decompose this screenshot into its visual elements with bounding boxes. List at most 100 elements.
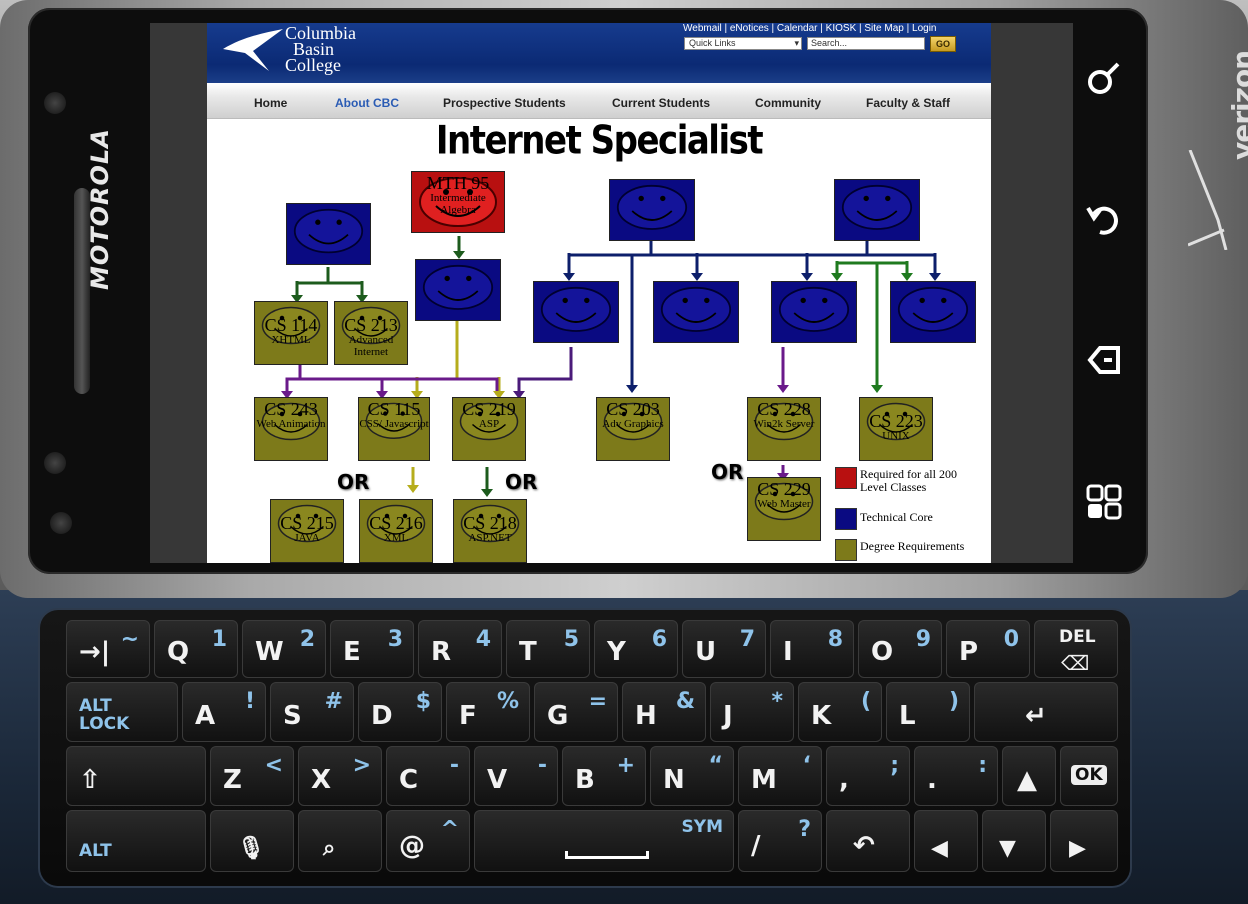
key-h[interactable]: H & bbox=[622, 682, 706, 742]
key-delete[interactable]: DEL ⌫ bbox=[1034, 620, 1118, 678]
down-arrow-icon: ▼ bbox=[999, 836, 1016, 861]
legend-swatch-olive bbox=[835, 539, 857, 561]
key-q[interactable]: Q1 bbox=[154, 620, 238, 678]
home-key-icon[interactable] bbox=[1084, 482, 1124, 522]
key-alt-label: SYM bbox=[681, 817, 723, 837]
key-l[interactable]: L) bbox=[886, 682, 970, 742]
key-label: K bbox=[811, 701, 832, 731]
course-code: CS 215 bbox=[280, 513, 334, 533]
legend-swatch-red bbox=[835, 467, 857, 489]
key-a[interactable]: A! bbox=[182, 682, 266, 742]
key-label: S bbox=[283, 701, 302, 731]
backspace-icon: ⌫ bbox=[1061, 651, 1090, 675]
key-alt-label: ? bbox=[798, 817, 811, 842]
key-label: C bbox=[399, 765, 419, 795]
key-label: V bbox=[487, 765, 508, 795]
key-slash[interactable]: /? bbox=[738, 810, 822, 872]
key-at[interactable]: @ ^ bbox=[386, 810, 470, 872]
key-label: , bbox=[839, 765, 849, 795]
key-e[interactable]: E3 bbox=[330, 620, 414, 678]
key-c[interactable]: C- bbox=[386, 746, 470, 806]
left-arrow-icon: ◀ bbox=[931, 836, 948, 861]
course-node-cs223: CS 223 UNIX bbox=[859, 397, 933, 461]
course-name: XHTML bbox=[271, 334, 311, 346]
course-code: CS 213 bbox=[344, 315, 398, 335]
course-node-blue bbox=[771, 281, 857, 343]
key-y[interactable]: Y6 bbox=[594, 620, 678, 678]
course-code: CS 218 bbox=[463, 513, 517, 533]
key-label: M bbox=[751, 765, 777, 795]
key-period[interactable]: .: bbox=[914, 746, 998, 806]
key-m[interactable]: M ‘ bbox=[738, 746, 822, 806]
key-alt-label: : bbox=[978, 753, 987, 778]
key-alt-label: > bbox=[352, 753, 371, 778]
key-n[interactable]: N “ bbox=[650, 746, 734, 806]
key-v[interactable]: V- bbox=[474, 746, 558, 806]
key-ok[interactable]: OK bbox=[1060, 746, 1118, 806]
key-comma[interactable]: ,; bbox=[826, 746, 910, 806]
search-icon: ⌕ bbox=[323, 836, 336, 861]
back-key-icon[interactable] bbox=[1084, 200, 1124, 240]
key-r[interactable]: R4 bbox=[418, 620, 502, 678]
key-right[interactable]: ▶ bbox=[1050, 810, 1118, 872]
key-alt-label: = bbox=[588, 689, 607, 714]
key-b[interactable]: B + bbox=[562, 746, 646, 806]
key-label: I bbox=[783, 637, 793, 667]
key-o[interactable]: O9 bbox=[858, 620, 942, 678]
smiley-icon bbox=[540, 286, 612, 332]
key-enter[interactable]: ↵ bbox=[974, 682, 1118, 742]
or-label: OR bbox=[505, 470, 538, 494]
key-voice[interactable]: 🎙 bbox=[210, 810, 294, 872]
key-f[interactable]: F% bbox=[446, 682, 530, 742]
search-key-icon[interactable] bbox=[1084, 60, 1124, 100]
key-alt-label: 4 bbox=[475, 627, 491, 652]
course-node-blue bbox=[890, 281, 976, 343]
key-alt-label: 9 bbox=[915, 627, 931, 652]
key-label: / bbox=[751, 831, 761, 861]
key-p[interactable]: P0 bbox=[946, 620, 1030, 678]
course-code: CS 216 bbox=[369, 513, 423, 533]
key-z[interactable]: Z < bbox=[210, 746, 294, 806]
key-up[interactable]: ▲ bbox=[1002, 746, 1056, 806]
key-i[interactable]: I8 bbox=[770, 620, 854, 678]
course-code: CS 114 bbox=[264, 315, 318, 335]
legend-label-blue: Technical Core bbox=[860, 510, 933, 524]
course-node-cs115: CS 115 CSS/ Javascript bbox=[358, 397, 430, 461]
key-label: ALT bbox=[79, 841, 112, 861]
key-alt-label: < bbox=[264, 753, 283, 778]
key-label: X bbox=[311, 765, 332, 795]
key-down[interactable]: ▼ bbox=[982, 810, 1046, 872]
key-alt-label: ^ bbox=[440, 817, 459, 842]
brand-logo: MOTOROLA bbox=[86, 128, 114, 290]
key-label: DEL bbox=[1059, 627, 1096, 647]
key-t[interactable]: T5 bbox=[506, 620, 590, 678]
smiley-icon bbox=[616, 184, 688, 230]
key-label: Z bbox=[223, 765, 242, 795]
key-d[interactable]: D $ bbox=[358, 682, 442, 742]
key-alt-label: 1 bbox=[211, 627, 227, 652]
key-k[interactable]: K( bbox=[798, 682, 882, 742]
key-space[interactable]: SYM bbox=[474, 810, 734, 872]
key-u[interactable]: U7 bbox=[682, 620, 766, 678]
key-j[interactable]: J * bbox=[710, 682, 794, 742]
key-search[interactable]: ⌕ bbox=[298, 810, 382, 872]
key-w[interactable]: W2 bbox=[242, 620, 326, 678]
key-s[interactable]: S # bbox=[270, 682, 354, 742]
key-alt-lock[interactable]: ALT LOCK bbox=[66, 682, 178, 742]
course-node-cs243: CS 243 Web Animation bbox=[254, 397, 328, 461]
key-label: @ bbox=[399, 831, 425, 861]
menu-key-icon[interactable] bbox=[1084, 340, 1124, 380]
course-node-cs216: CS 216 XML bbox=[359, 499, 433, 563]
key-alt-label: ( bbox=[860, 689, 871, 714]
key-shift[interactable]: ⇧ bbox=[66, 746, 206, 806]
smiley-icon bbox=[897, 286, 969, 332]
key-x[interactable]: X > bbox=[298, 746, 382, 806]
key-tab[interactable]: →| ~ bbox=[66, 620, 150, 678]
key-undo[interactable]: ↶ bbox=[826, 810, 910, 872]
smiley-icon bbox=[422, 264, 494, 310]
key-g[interactable]: G = bbox=[534, 682, 618, 742]
key-alt-label: ! bbox=[244, 689, 255, 714]
key-left[interactable]: ◀ bbox=[914, 810, 978, 872]
key-alt[interactable]: ALT bbox=[66, 810, 206, 872]
course-node-cs229: CS 229 Web Master bbox=[747, 477, 821, 541]
